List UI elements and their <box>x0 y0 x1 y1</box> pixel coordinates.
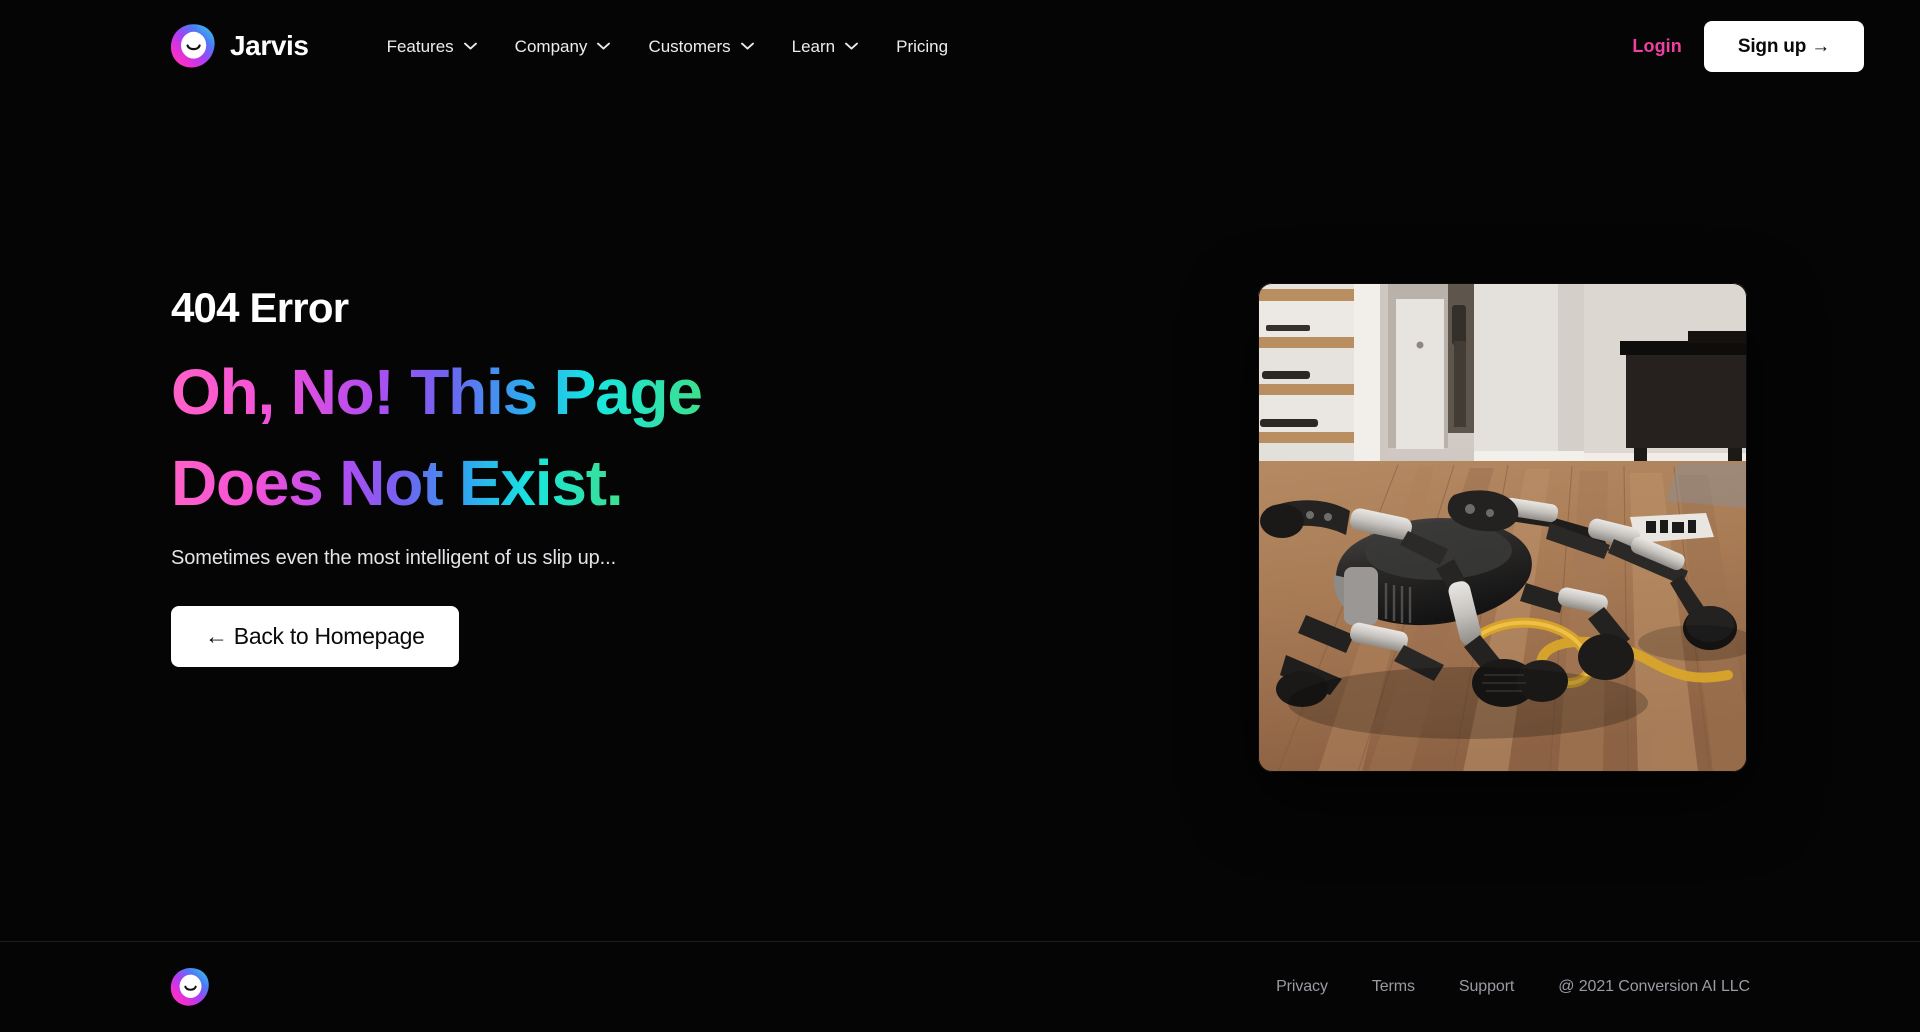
footer-copyright: @ 2021 Conversion AI LLC <box>1558 978 1750 995</box>
nav-item-features[interactable]: Features <box>387 38 477 55</box>
primary-nav: Features Company Customers Learn Pricing <box>387 38 949 55</box>
footer-link-terms[interactable]: Terms <box>1372 978 1415 996</box>
jarvis-smiley-blob-icon <box>170 967 210 1007</box>
chevron-down-icon <box>597 42 611 50</box>
site-footer: Privacy Terms Support @ 2021 Conversion … <box>0 942 1920 1032</box>
footer-links: Privacy Terms Support @ 2021 Conversion … <box>1276 978 1750 996</box>
page-root: Jarvis Features Company Customers Learn … <box>0 0 1920 1032</box>
main-content: 404 Error Oh, No! This Page Does Not Exi… <box>0 92 1920 941</box>
page-title: Oh, No! This Page Does Not Exist. <box>171 347 931 529</box>
page-title-line-2: Does Not Exist. <box>171 438 624 529</box>
fallen-robot-image <box>1258 283 1747 772</box>
back-to-homepage-button[interactable]: ← Back to Homepage <box>171 605 459 667</box>
nav-item-learn[interactable]: Learn <box>791 36 859 56</box>
error-code-label: 404 Error <box>171 284 349 331</box>
page-subtitle: Sometimes even the most intelligent of u… <box>171 546 617 569</box>
jarvis-smiley-blob-icon <box>170 23 216 69</box>
nav-item-label: Customers <box>648 36 731 56</box>
nav-item-label: Pricing <box>896 36 949 56</box>
chevron-down-icon <box>463 42 477 50</box>
brand-logo-link[interactable]: Jarvis <box>170 23 309 69</box>
login-link[interactable]: Login <box>1632 36 1681 57</box>
nav-item-company[interactable]: Company <box>515 38 611 55</box>
error-hero-copy: 404 Error Oh, No! This Page Does Not Exi… <box>171 284 931 667</box>
nav-item-pricing[interactable]: Pricing <box>896 38 948 55</box>
page-title-line-1: Oh, No! This Page <box>171 347 703 438</box>
brand-name: Jarvis <box>230 30 309 61</box>
header-actions: Login Sign up → <box>1632 20 1864 72</box>
chevron-down-icon <box>845 42 859 50</box>
site-header: Jarvis Features Company Customers Learn … <box>0 0 1920 92</box>
nav-item-customers[interactable]: Customers <box>648 36 754 56</box>
signup-button[interactable]: Sign up → <box>1703 20 1864 72</box>
footer-brand-logo-link[interactable] <box>170 967 210 1007</box>
footer-link-privacy[interactable]: Privacy <box>1276 978 1328 996</box>
nav-item-label: Learn <box>791 36 836 56</box>
nav-item-label: Company <box>514 36 588 56</box>
nav-item-label: Features <box>386 36 454 56</box>
footer-link-support[interactable]: Support <box>1459 978 1514 996</box>
chevron-down-icon <box>740 42 754 50</box>
